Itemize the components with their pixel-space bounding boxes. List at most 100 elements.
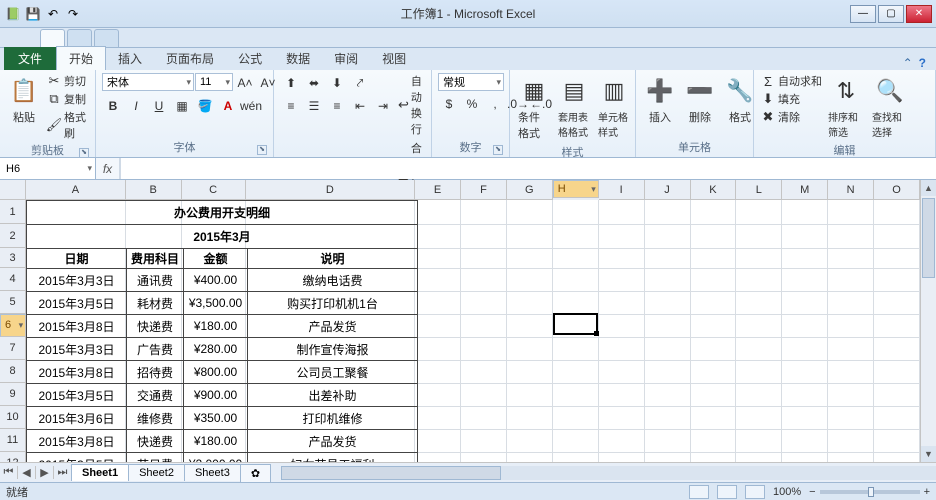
tab-insert[interactable]: 插入 [106, 47, 154, 70]
data-cell[interactable]: 2015年3月5日 [27, 453, 127, 463]
align-middle-button[interactable]: ⬌ [303, 73, 325, 93]
cell[interactable] [782, 291, 828, 314]
cell[interactable] [828, 383, 874, 406]
indent-inc-button[interactable]: ⇥ [372, 96, 394, 116]
cell[interactable] [782, 429, 828, 452]
cell[interactable] [598, 291, 644, 314]
view-layout-button[interactable] [717, 485, 737, 499]
row-header[interactable]: 11 [0, 429, 26, 452]
cell[interactable] [828, 268, 874, 291]
new-sheet-button[interactable]: ✿ [240, 464, 271, 482]
cell[interactable] [415, 429, 461, 452]
phonetic-button[interactable]: wén [240, 96, 262, 116]
data-cell[interactable]: 妇女节员工福利 [248, 453, 418, 463]
wrap-text-button[interactable]: ↩自动换行 [398, 73, 427, 137]
data-cell[interactable]: 制作宣传海报 [248, 338, 418, 361]
scroll-thumb[interactable] [281, 466, 501, 480]
column-header[interactable]: F [461, 180, 507, 200]
column-header[interactable]: B [126, 180, 182, 200]
cell[interactable] [690, 452, 736, 462]
cell[interactable] [736, 268, 782, 291]
help-icon[interactable]: ? [919, 56, 926, 70]
cell[interactable] [598, 429, 644, 452]
data-cell[interactable]: 产品发货 [248, 430, 418, 453]
cell[interactable] [828, 200, 874, 224]
worksheet-grid[interactable]: ABCDEFGHIJKLMNO 123456789101112131415 办公… [0, 180, 936, 462]
cell[interactable] [690, 248, 736, 268]
view-normal-button[interactable] [689, 485, 709, 499]
data-cell[interactable]: ¥900.00 [184, 384, 248, 407]
cell[interactable] [552, 248, 598, 268]
data-cell[interactable]: 耗材费 [127, 292, 184, 315]
cell[interactable] [415, 452, 461, 462]
data-cell[interactable]: 2015年3月8日 [27, 361, 127, 384]
data-cell[interactable]: 公司员工聚餐 [248, 361, 418, 384]
minimize-ribbon-icon[interactable]: ⌃ [903, 56, 913, 70]
data-cell[interactable]: 费用科目 [127, 249, 184, 269]
column-header[interactable]: G [507, 180, 553, 200]
cell[interactable] [828, 429, 874, 452]
column-header[interactable]: N [828, 180, 874, 200]
cell[interactable] [644, 383, 690, 406]
data-cell[interactable]: 2015年3月8日 [27, 430, 127, 453]
row-header[interactable]: 2 [0, 224, 26, 248]
cell[interactable] [461, 248, 507, 268]
sheet-tab[interactable]: Sheet2 [128, 464, 185, 481]
data-cell[interactable]: 交通费 [127, 384, 184, 407]
number-format-select[interactable]: 常规 [438, 73, 504, 91]
data-cell[interactable]: ¥2,000.00 [184, 453, 248, 463]
cell[interactable] [736, 291, 782, 314]
format-cells-button[interactable]: 🔧格式 [722, 73, 758, 127]
format-painter-button[interactable]: 🖌格式刷 [46, 109, 89, 141]
document-tab[interactable] [94, 29, 119, 47]
cell[interactable] [644, 452, 690, 462]
cell[interactable] [874, 224, 920, 248]
dialog-launcher[interactable]: ⬊ [79, 148, 89, 158]
cell[interactable] [874, 337, 920, 360]
row-header[interactable]: 8 [0, 360, 26, 383]
row-header[interactable]: 7 [0, 337, 26, 360]
tab-home[interactable]: 开始 [56, 46, 106, 70]
fill-button[interactable]: ⬇填充 [760, 91, 822, 107]
cell[interactable] [782, 314, 828, 337]
cell[interactable] [507, 337, 553, 360]
cell[interactable] [690, 429, 736, 452]
cell[interactable] [507, 268, 553, 291]
zoom-in-button[interactable]: + [924, 486, 930, 498]
data-cell[interactable]: ¥800.00 [184, 361, 248, 384]
column-header[interactable]: A [26, 180, 126, 200]
cell[interactable] [461, 337, 507, 360]
cell[interactable] [736, 383, 782, 406]
cell[interactable] [552, 429, 598, 452]
paste-button[interactable]: 📋 粘贴 [6, 73, 42, 127]
tab-layout[interactable]: 页面布局 [154, 47, 226, 70]
cell[interactable] [874, 314, 920, 337]
border-button[interactable]: ▦ [171, 96, 193, 116]
align-left-button[interactable]: ≡ [280, 96, 302, 116]
autosum-button[interactable]: Σ自动求和 [760, 73, 822, 89]
data-cell[interactable]: 2015年3月3日 [27, 269, 127, 292]
cell[interactable] [736, 248, 782, 268]
delete-cells-button[interactable]: ➖删除 [682, 73, 718, 127]
cell[interactable] [598, 248, 644, 268]
cell[interactable] [461, 383, 507, 406]
cell[interactable] [507, 429, 553, 452]
file-tab[interactable]: 文件 [4, 47, 56, 70]
redo-icon[interactable]: ↷ [64, 5, 82, 23]
bold-button[interactable]: B [102, 96, 124, 116]
cell[interactable] [552, 452, 598, 462]
row-header[interactable]: 4 [0, 268, 26, 291]
cell[interactable] [552, 291, 598, 314]
align-center-button[interactable]: ☰ [303, 96, 325, 116]
cell[interactable] [690, 383, 736, 406]
cell[interactable] [874, 200, 920, 224]
data-cell[interactable]: 金额 [184, 249, 248, 269]
cell[interactable] [461, 452, 507, 462]
cell[interactable] [644, 314, 690, 337]
cell[interactable] [690, 337, 736, 360]
cell[interactable] [644, 291, 690, 314]
zoom-out-button[interactable]: − [809, 486, 815, 498]
cell[interactable] [874, 291, 920, 314]
data-cell[interactable]: 说明 [248, 249, 418, 269]
cell[interactable] [507, 224, 553, 248]
